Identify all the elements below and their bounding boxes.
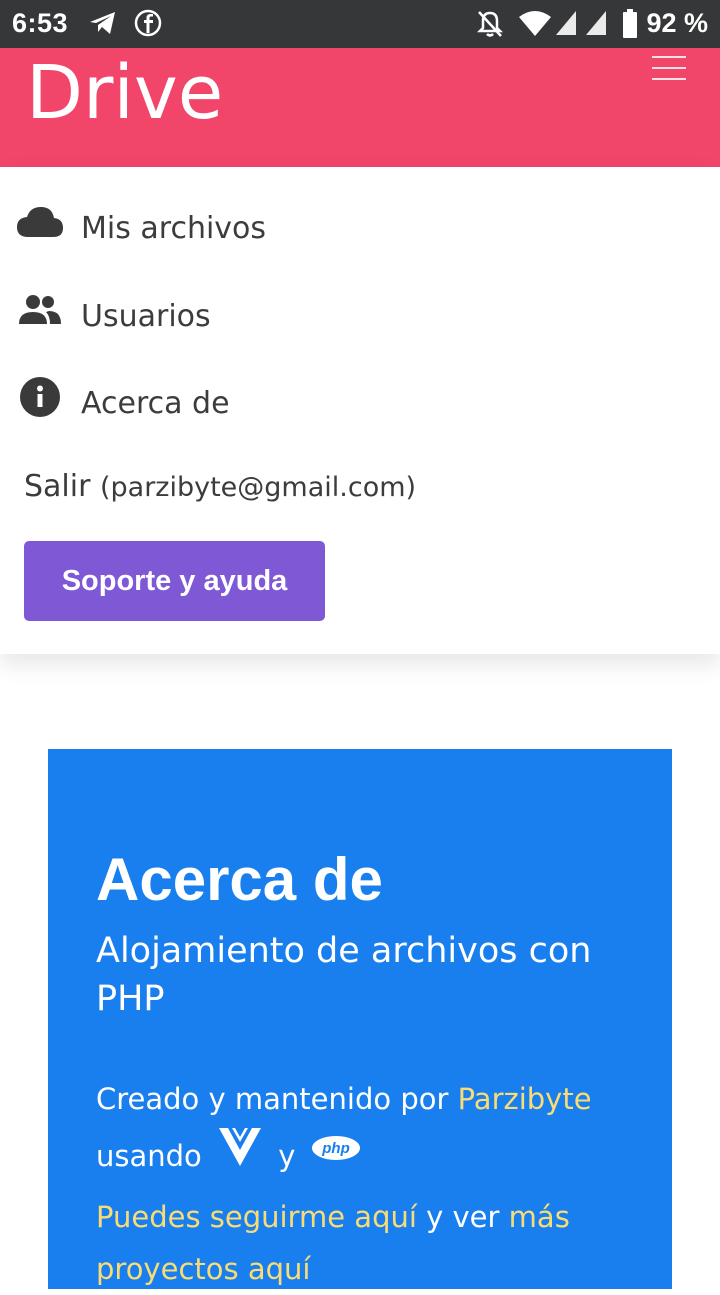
logout-label: Salir [24,469,91,504]
facebook-icon [134,9,162,42]
notifications-off-icon [476,9,504,44]
created-text: Creado y mantenido por [96,1082,458,1116]
signal-icon [584,9,608,42]
menu-item-about[interactable]: Acerca de [0,375,720,435]
menu-toggle-icon[interactable] [652,56,686,80]
follow-link[interactable]: Puedes seguirme aquí [96,1200,417,1234]
menu-item-my-files[interactable]: Mis archivos [0,201,720,261]
menu-item-users[interactable]: Usuarios [0,289,720,349]
php-logo-icon: php [311,1125,361,1177]
menu-item-label: Mis archivos [81,211,267,246]
info-icon [20,377,60,422]
svg-text:php: php [321,1140,350,1157]
menu-item-label: Usuarios [81,299,211,334]
logout-email: (parzibyte@gmail.com) [99,472,417,503]
users-icon [18,293,62,330]
battery-icon [622,9,638,44]
brand-title[interactable]: Drive [26,52,223,134]
menu-item-label: Acerca de [81,386,230,421]
about-card: Acerca de Alojamiento de archivos con PH… [48,749,672,1289]
app-header: Drive [0,48,720,167]
status-bar: 6:53 92 % [0,0,720,48]
battery-percent: 92 % [646,8,708,38]
logout-link[interactable]: Salir (parzibyte@gmail.com) [24,469,416,504]
and-text: y [278,1139,296,1173]
about-title: Acerca de [96,846,383,913]
nav-menu: Mis archivos Usuarios Acerca de Salir (p… [0,167,720,654]
status-time: 6:53 [12,8,69,38]
signal-icon [554,9,578,42]
using-text: usando [96,1139,202,1173]
cloud-icon [16,205,64,244]
wifi-icon [518,9,552,42]
about-subtitle: Alojamiento de archivos con PHP [96,931,592,1019]
telegram-icon [88,9,118,42]
about-text: Creado y mantenido por Parzibyte usando … [96,1073,656,1295]
author-link[interactable]: Parzibyte [458,1082,592,1116]
and-see-text: y ver [416,1200,509,1234]
vue-logo-icon [219,1128,262,1182]
support-button[interactable]: Soporte y ayuda [24,541,325,621]
